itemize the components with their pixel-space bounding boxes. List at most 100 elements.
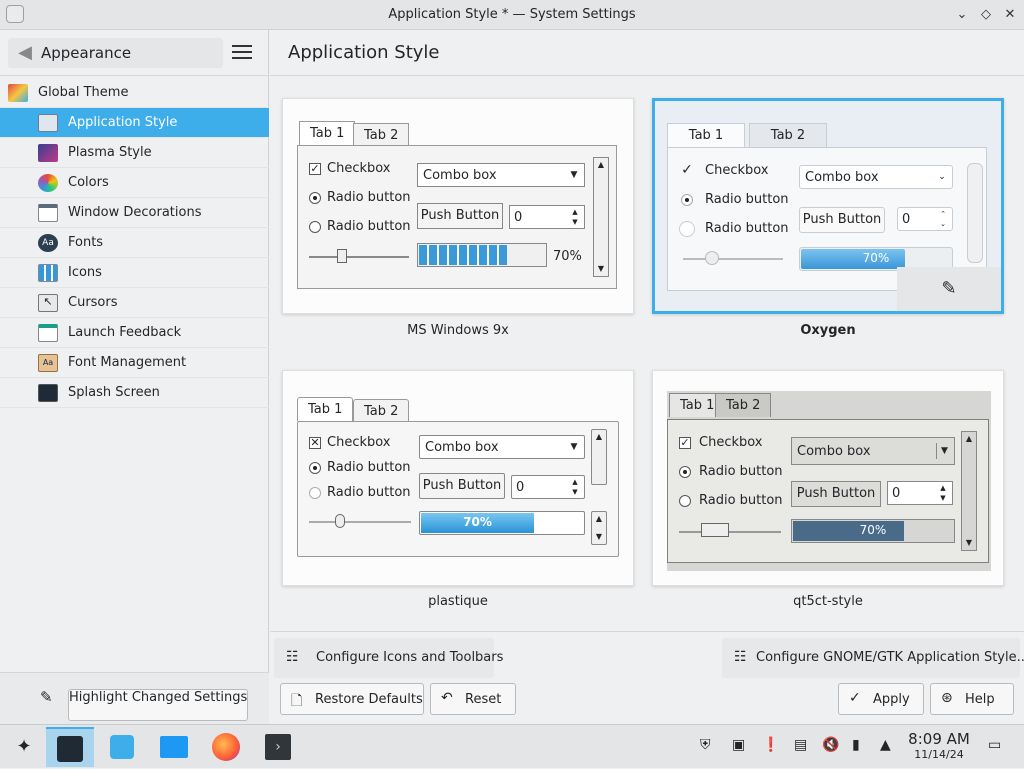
hamburger-menu-icon[interactable] (230, 42, 254, 64)
style-card-caption: MS Windows 9x (407, 323, 509, 338)
preview-radio-on-icon (679, 466, 691, 478)
preview-spinbox: 0 ▲ ▼ (509, 205, 585, 229)
highlight-changed-settings-button[interactable]: Highlight Changed Settings (68, 689, 249, 721)
preview-progress-label: 70% (463, 515, 492, 529)
preview-slider-knob (701, 523, 729, 537)
document-revert-icon: 🗋 (291, 693, 303, 709)
clock[interactable]: 8:09 AM 11/14/24 (906, 730, 972, 761)
preview-progress-bar (417, 243, 547, 267)
font-management-icon: Aa (38, 354, 58, 372)
spin-arrows-icon: ▲ ▼ (572, 208, 578, 226)
scroll-up-icon: ▲ (595, 432, 603, 441)
preview-slider (309, 521, 411, 523)
sidebar-item-label: Launch Feedback (68, 325, 182, 340)
preview-spinbox: 0 ▲ ▼ (887, 481, 953, 505)
cursors-icon: ↖ (38, 294, 58, 312)
expand-tray-icon[interactable]: ▲ (880, 737, 891, 753)
preview-radio-1-label: Radio button (705, 192, 789, 207)
spin-arrows-icon: ▲ ▼ (940, 484, 946, 502)
notification-icon[interactable]: ❗ (762, 737, 779, 753)
clock-time: 8:09 AM (908, 730, 970, 748)
firefox-icon[interactable] (202, 727, 250, 767)
sidebar-item-fonts[interactable]: Aa Fonts (0, 228, 269, 258)
sidebar-header: ◀ Appearance (0, 30, 269, 76)
style-card-ms-windows-9x[interactable]: Tab 1 Tab 2 ✓ Checkbox Radio button Radi… (282, 98, 634, 314)
style-card-oxygen[interactable]: Tab 1 Tab 2 ✓ Checkbox Radio button Radi… (652, 98, 1004, 314)
preview-push-button: Push Button (419, 473, 505, 499)
konsole-icon[interactable]: › (254, 727, 302, 767)
sidebar-item-plasma-style[interactable]: Plasma Style (0, 138, 269, 168)
restore-defaults-label: Restore Defaults (315, 692, 423, 707)
application-launcher-icon[interactable]: ✦ (0, 727, 48, 767)
spin-arrows-icon: ⌃ ⌄ (940, 210, 946, 228)
preview-combo-value: Combo box (805, 170, 879, 185)
preview-radio-1-label: Radio button (327, 190, 411, 205)
window-title: Application Style * — System Settings (388, 7, 636, 22)
preview-push-button: Push Button (417, 203, 503, 229)
speaker-muted-icon[interactable]: 🔇 (822, 737, 839, 753)
help-button[interactable]: ⊛ Help (930, 683, 1014, 715)
sidebar-item-cursors[interactable]: ↖ Cursors (0, 288, 269, 318)
system-settings-task-icon[interactable] (46, 727, 94, 767)
preview-checkbox-icon: ✕ (309, 436, 321, 449)
back-to-appearance-button[interactable]: ◀ Appearance (8, 38, 223, 68)
back-arrow-icon: ◀ (18, 42, 32, 63)
configure-icons-toolbars-button[interactable]: ☷ Configure Icons and Toolbars (274, 638, 503, 678)
chevron-down-icon: ⌄ (938, 172, 946, 182)
show-desktop-icon[interactable]: ▭ (988, 737, 1001, 753)
sidebar-item-colors[interactable]: Colors (0, 168, 269, 198)
discover-icon[interactable] (98, 727, 146, 767)
maximize-button[interactable]: ◇ (976, 5, 996, 25)
colors-icon (38, 174, 58, 192)
plasma-style-icon (38, 144, 58, 162)
printer-icon[interactable]: ▤ (794, 737, 807, 753)
preview-checkbox-label: Checkbox (705, 163, 769, 178)
sidebar-item-icons[interactable]: Icons (0, 258, 269, 288)
action-bar: 🗋 Restore Defaults ↶ Reset ✓ Apply ⊛ Hel… (270, 683, 1024, 724)
style-card-caption: plastique (428, 594, 488, 609)
sidebar-item-application-style[interactable]: Application Style (0, 108, 269, 138)
restore-defaults-button[interactable]: 🗋 Restore Defaults (280, 683, 424, 715)
reset-label: Reset (465, 692, 502, 707)
preview-radio-1-label: Radio button (699, 464, 783, 479)
preview-checkbox-label: Checkbox (699, 435, 763, 450)
sidebar-item-window-decorations[interactable]: Window Decorations (0, 198, 269, 228)
scroll-down-icon: ▼ (595, 532, 603, 541)
shield-icon[interactable]: ⛨ (700, 737, 711, 753)
sidebar-item-global-theme[interactable]: Global Theme (0, 78, 269, 108)
preview-slider (679, 531, 781, 533)
chevron-down-icon: ▼ (936, 443, 952, 459)
dolphin-file-manager-icon[interactable] (150, 727, 198, 767)
fonts-icon: Aa (38, 234, 58, 252)
close-button[interactable]: ✕ (1000, 5, 1020, 25)
preview-radio-2-label: Radio button (327, 219, 411, 234)
preview-slider-knob (337, 249, 347, 263)
preview-tab-2: Tab 2 (353, 399, 410, 423)
minimize-button[interactable]: ⌄ (952, 5, 972, 25)
battery-icon[interactable]: ▮ (852, 737, 860, 753)
sliders-icon: ☷ (286, 649, 299, 665)
sidebar-item-label: Fonts (68, 235, 104, 250)
preview-scrollbar: ▲ ▼ (961, 431, 977, 551)
apply-button[interactable]: ✓ Apply (838, 683, 924, 715)
preview-tab-1: Tab 1 (667, 123, 745, 147)
preview-radio-off-icon (309, 487, 321, 499)
preview-combo-box: Combo box ⌄ (799, 165, 953, 189)
clipboard-icon[interactable]: ▣ (732, 737, 745, 753)
scroll-up-icon: ▲ (595, 514, 603, 523)
style-card-plastique[interactable]: Tab 1 Tab 2 ✕ Checkbox Radio button Radi… (282, 370, 634, 586)
style-card-qt5ct-style[interactable]: Tab 1 Tab 2 ✓ Checkbox Radio button Radi… (652, 370, 1004, 586)
preview-checkbox-icon: ✓ (679, 436, 691, 449)
preview-slider-knob (335, 514, 345, 528)
main-header: Application Style (270, 30, 1024, 76)
configure-gtk-button[interactable]: ☷ Configure GNOME/GTK Application Style.… (722, 638, 1024, 678)
preview-radio-on-icon (681, 194, 693, 206)
global-theme-icon (8, 84, 28, 102)
sidebar-item-font-management[interactable]: Aa Font Management (0, 348, 269, 378)
reset-button[interactable]: ↶ Reset (430, 683, 516, 715)
sidebar-item-splash-screen[interactable]: Splash Screen (0, 378, 269, 408)
sidebar-item-launch-feedback[interactable]: Launch Feedback (0, 318, 269, 348)
sidebar-footer: ✎ Highlight Changed Settings (0, 672, 269, 724)
edit-style-button[interactable]: ✎ (897, 267, 1001, 311)
chevron-down-icon: ▼ (570, 442, 578, 452)
